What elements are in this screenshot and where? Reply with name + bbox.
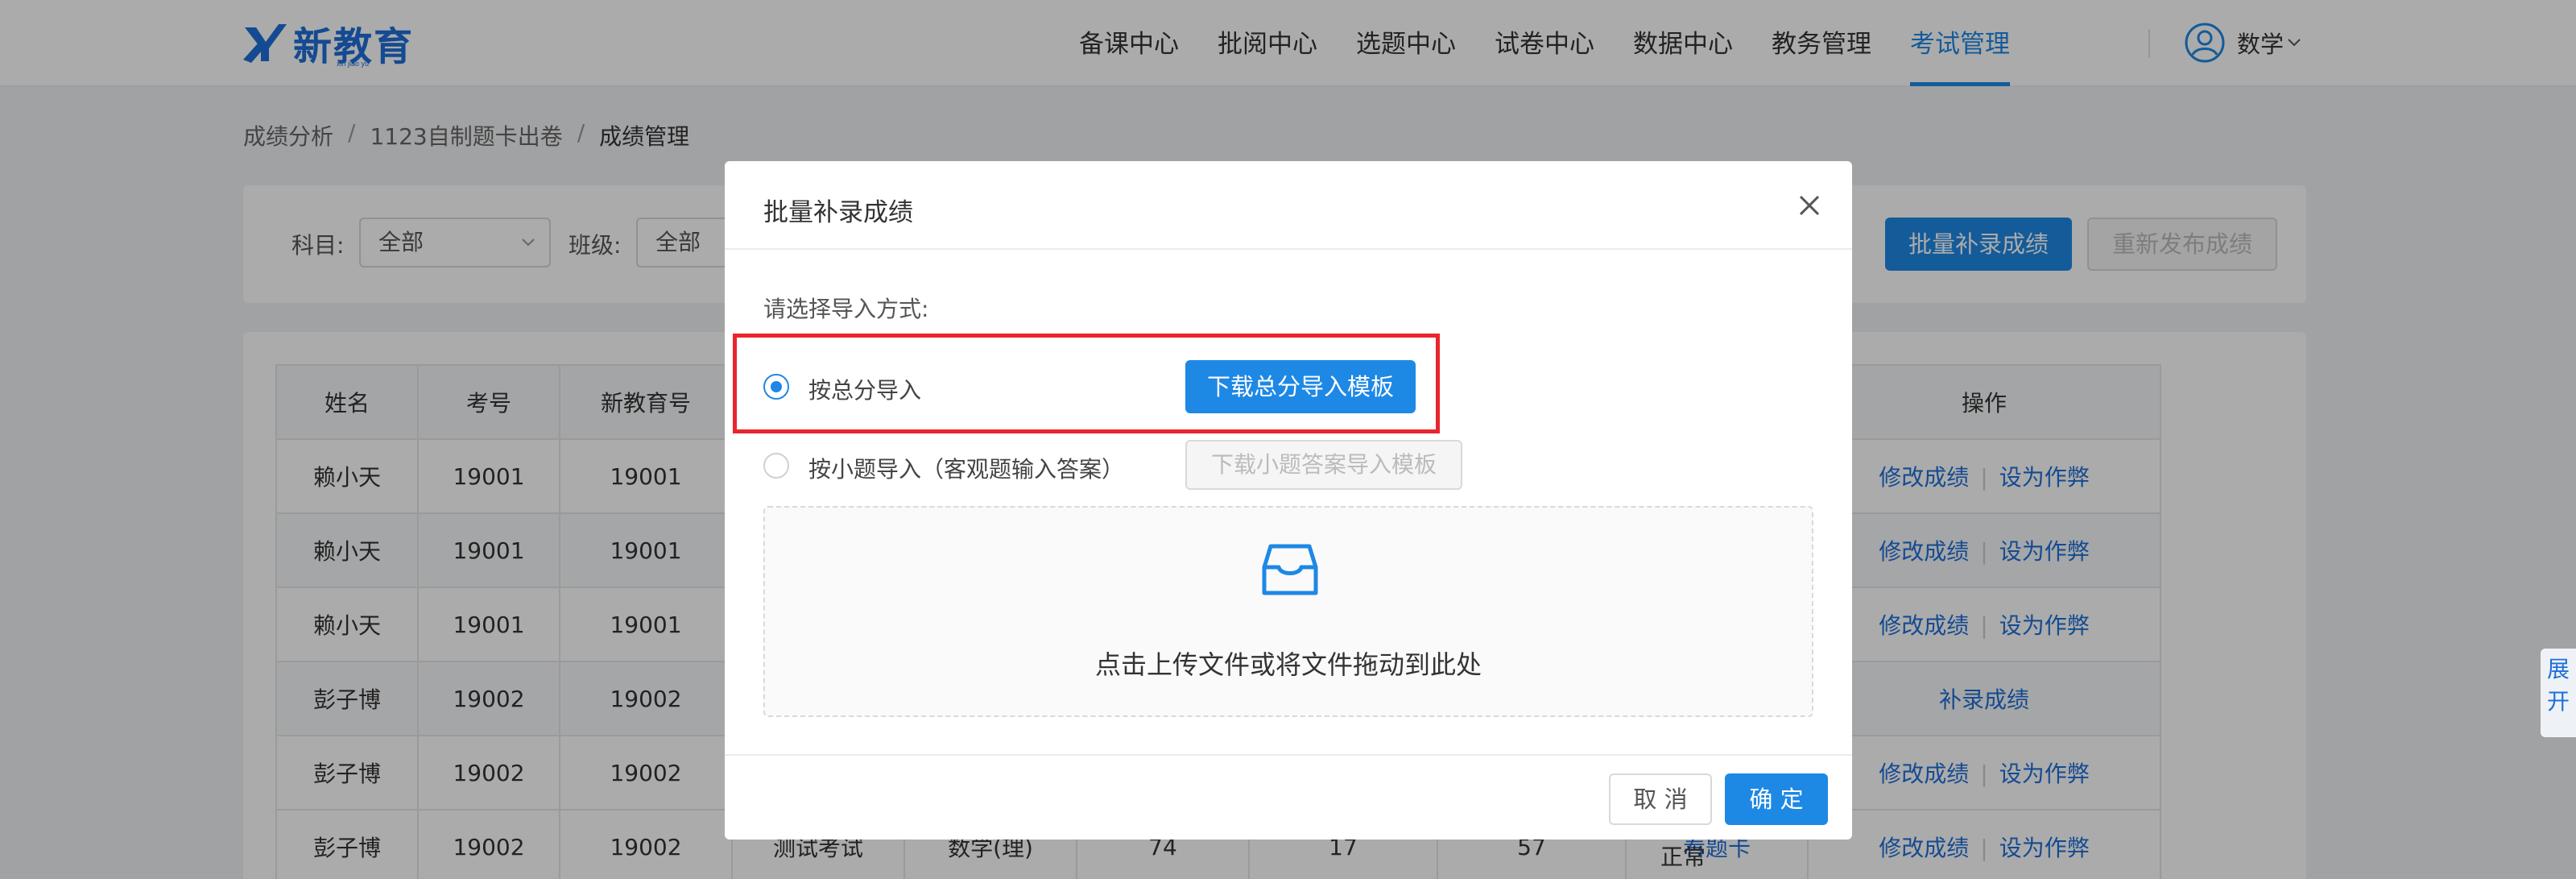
confirm-button[interactable]: 确 定 [1725, 773, 1828, 825]
total-score-radio[interactable] [763, 374, 789, 400]
batch-score-dialog: 批量补录成绩 请选择导入方式: 按总分导入 下载总分导入模板 按小题导入（客观题… [725, 161, 1852, 840]
import-method-prompt: 请选择导入方式: [763, 296, 929, 322]
dialog-header: 批量补录成绩 [725, 161, 1852, 250]
close-icon[interactable] [1796, 192, 1823, 219]
per-question-radio[interactable] [763, 453, 789, 479]
per-question-option-label[interactable]: 按小题导入（客观题输入答案） [808, 452, 1124, 484]
download-total-template-button[interactable]: 下载总分导入模板 [1185, 360, 1416, 413]
dropzone-text: 点击上传文件或将文件拖动到此处 [1094, 649, 1482, 680]
cancel-button[interactable]: 取 消 [1609, 773, 1712, 825]
upload-dropzone[interactable]: 点击上传文件或将文件拖动到此处 [763, 506, 1813, 717]
dialog-footer: 取 消 确 定 [725, 754, 1852, 840]
download-question-template-button: 下载小题答案导入模板 [1185, 440, 1462, 490]
dialog-title: 批量补录成绩 [763, 198, 913, 227]
total-score-option-label[interactable]: 按总分导入 [808, 373, 921, 405]
expand-side-tab[interactable]: 展开 [2541, 649, 2576, 737]
inbox-icon [1262, 544, 1318, 595]
